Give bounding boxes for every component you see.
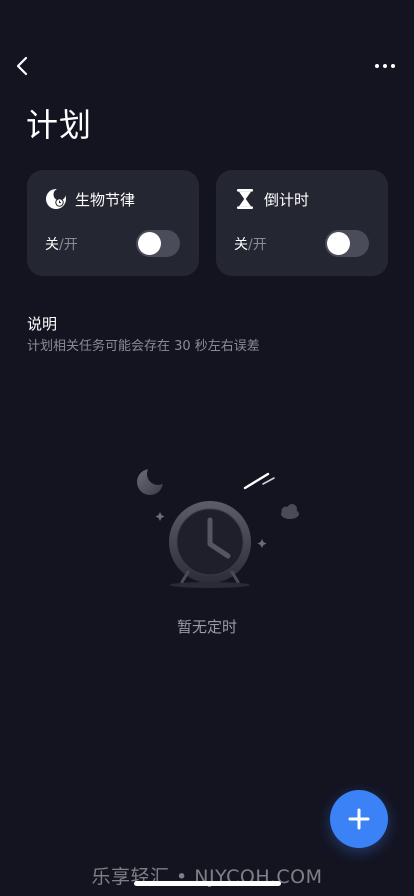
card-title: 生物节律	[75, 191, 136, 209]
chevron-left-icon	[16, 56, 28, 76]
plus-icon	[348, 808, 370, 830]
hourglass-icon	[234, 188, 256, 210]
toggle-state-label: 关/开	[234, 237, 267, 253]
toggle-knob	[327, 232, 350, 255]
card-title: 倒计时	[264, 191, 310, 209]
page-title: 计划	[26, 106, 93, 144]
back-button[interactable]	[10, 52, 34, 80]
home-indicator	[134, 881, 281, 886]
biorhythm-toggle[interactable]	[136, 230, 180, 257]
add-plan-button[interactable]	[330, 790, 388, 848]
more-options-button[interactable]	[370, 56, 400, 76]
note-body: 计划相关任务可能会存在 30 秒左右误差	[27, 339, 260, 354]
biorhythm-card[interactable]: 生物节律 关/开	[27, 170, 199, 276]
toggle-knob	[138, 232, 161, 255]
moon-icon	[137, 463, 169, 495]
countdown-toggle[interactable]	[325, 230, 369, 257]
more-horizontal-icon	[375, 64, 379, 68]
note-title: 说明	[27, 315, 58, 333]
cloud-icon	[281, 504, 299, 519]
toggle-state-label: 关/开	[45, 237, 78, 253]
moon-clock-icon	[45, 188, 67, 210]
alarm-clock-night-icon	[130, 460, 310, 590]
empty-state-text: 暂无定时	[176, 618, 237, 636]
countdown-card[interactable]: 倒计时 关/开	[216, 170, 388, 276]
